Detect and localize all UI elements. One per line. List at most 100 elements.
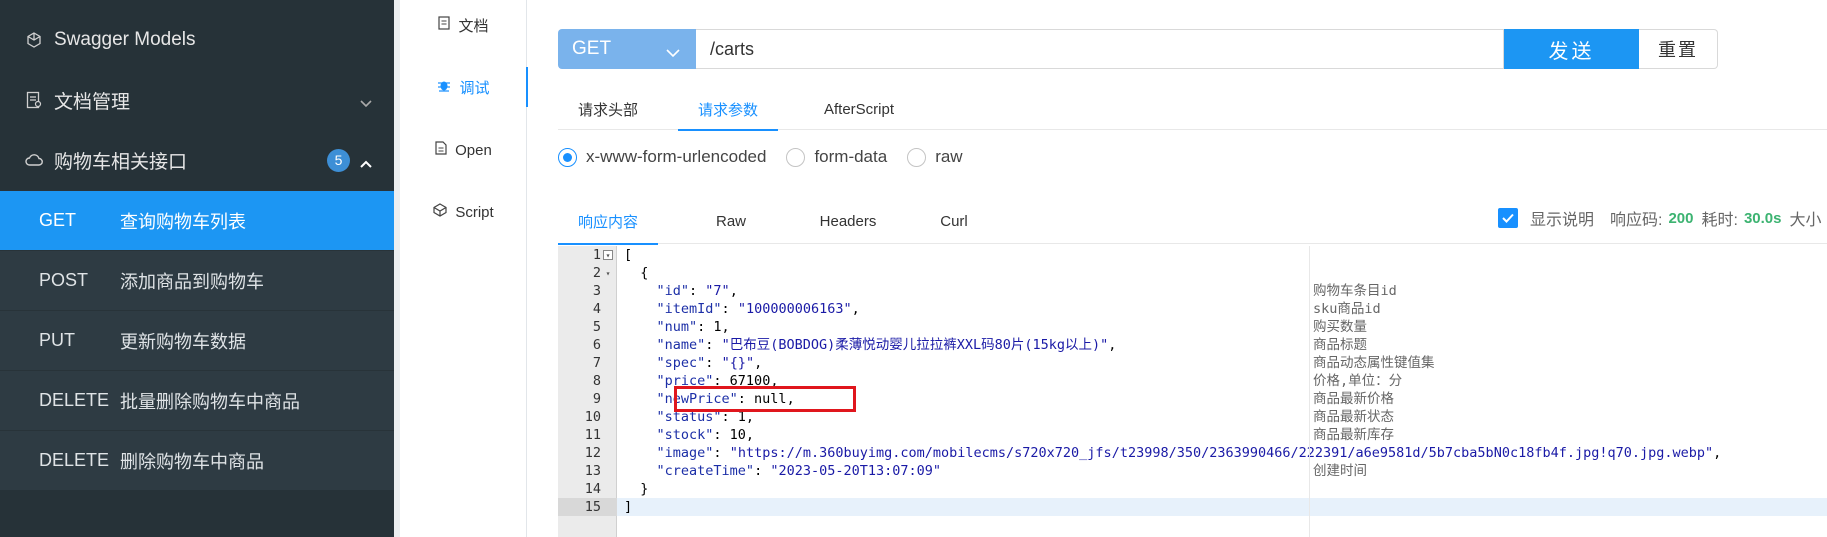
sidebar-item-docs-management[interactable]: 文档管理 <box>0 70 394 130</box>
response-editor[interactable]: 1 2 3 4 5 6 7 8 9 10 11 12 13 14 15 ▾ ▾ [ { "id": "7",… <box>558 246 1827 537</box>
document-icon <box>438 16 451 34</box>
radio-dot <box>558 147 577 167</box>
code-line: ] <box>624 499 633 515</box>
field-description: 商品最新价格 <box>1313 391 1394 407</box>
count-badge: 5 <box>327 149 350 172</box>
tab-request-params[interactable]: 请求参数 <box>678 88 778 131</box>
line-number: 9 <box>592 391 601 407</box>
api-label: 更新购物车数据 <box>120 331 246 352</box>
time-value: 30.0s <box>1743 209 1782 227</box>
radio-dot <box>907 147 927 167</box>
status-code-label: 响应码: <box>1610 212 1663 229</box>
status-code-value: 200 <box>1668 209 1694 227</box>
code-line: "spec": "{}", <box>656 355 763 371</box>
tab-response-content[interactable]: 响应内容 <box>558 198 658 245</box>
request-bar: GET /carts 发送 重置 <box>558 29 1748 69</box>
send-button[interactable]: 发送 <box>1504 29 1639 69</box>
line-number: 2 <box>592 265 601 281</box>
radio-urlencoded[interactable]: x-www-form-urlencoded <box>558 147 766 167</box>
method-value: GET <box>572 38 612 59</box>
nav-debug-label: 调试 <box>459 79 490 97</box>
url-input[interactable]: /carts <box>696 29 1504 69</box>
sidebar-api-delete-batch[interactable]: DELETE 批量删除购物车中商品 <box>0 370 394 430</box>
body-type-group: x-www-form-urlencoded form-data raw <box>558 145 983 169</box>
nav-doc-label: 文档 <box>458 17 489 35</box>
api-label: 查询购物车列表 <box>120 211 246 232</box>
radio-dot <box>786 147 806 167</box>
file-icon <box>435 141 447 159</box>
api-method: POST <box>39 270 89 290</box>
line-number: 8 <box>592 373 601 389</box>
sidebar-group-label: 购物车相关接口 <box>54 151 188 173</box>
line-number: 5 <box>592 319 601 335</box>
chevron-up-icon <box>360 152 372 174</box>
code-line: "name": "巴布豆(BOBDOG)柔薄悦动婴儿拉拉裤XXL码80片(15k… <box>656 337 1117 353</box>
main-panel: GET /carts 发送 重置 请求头部 请求参数 AfterScript x… <box>528 0 1827 537</box>
radio-label: form-data <box>814 147 888 166</box>
radio-label: raw <box>935 147 963 166</box>
tab-response-headers[interactable]: Headers <box>798 198 898 244</box>
field-description: 购买数量 <box>1313 319 1367 335</box>
cloud-icon <box>24 150 44 170</box>
reset-button[interactable]: 重置 <box>1639 29 1718 69</box>
radio-form-data[interactable]: form-data <box>786 147 887 167</box>
bug-icon <box>437 78 451 96</box>
api-method: DELETE <box>39 450 110 470</box>
field-description: 商品最新状态 <box>1313 409 1394 425</box>
size-label: 大小 <box>1789 212 1822 229</box>
sidebar-group-cart[interactable]: 购物车相关接口 5 <box>0 130 394 190</box>
chevron-down-icon <box>666 42 680 64</box>
nav-open-label: Open <box>455 141 492 159</box>
sidebar-item-swagger-models[interactable]: Swagger Models <box>0 10 394 70</box>
sidebar-api-put-cart[interactable]: PUT 更新购物车数据 <box>0 310 394 370</box>
nav-doc[interactable]: 文档 <box>400 5 527 45</box>
fold-arrow-icon[interactable]: ▾ <box>603 268 613 278</box>
time-label: 耗时: <box>1701 212 1738 229</box>
api-method: GET <box>39 210 77 230</box>
code-line: "id": "7", <box>656 283 738 299</box>
radio-label: x-www-form-urlencoded <box>586 147 767 166</box>
radio-raw[interactable]: raw <box>907 147 963 167</box>
line-number: 7 <box>592 355 601 371</box>
api-method: PUT <box>39 330 75 350</box>
method-select[interactable]: GET <box>558 29 696 69</box>
fold-toggle-icon[interactable]: ▾ <box>603 250 613 260</box>
description-column-divider <box>1309 246 1310 537</box>
line-number: 3 <box>592 283 601 299</box>
code-line: { <box>624 265 649 281</box>
cube-icon <box>24 30 44 50</box>
nav-debug[interactable]: 调试 <box>400 67 528 107</box>
field-description: 商品标题 <box>1313 337 1367 353</box>
code-line: "itemId": "100000006163", <box>656 301 860 317</box>
code-line: "num": 1, <box>656 319 730 335</box>
code-line: [ <box>624 247 633 263</box>
api-label: 批量删除购物车中商品 <box>120 391 300 412</box>
field-description: 价格,单位：分 <box>1313 373 1403 389</box>
code-icon <box>433 203 447 221</box>
code-line: "createTime": "2023-05-20T13:07:09" <box>656 463 942 479</box>
document-icon <box>24 90 44 110</box>
sidebar-item-label: Swagger Models <box>54 29 196 50</box>
line-number: 14 <box>584 481 601 497</box>
tab-after-script[interactable]: AfterScript <box>794 88 924 130</box>
line-number: 6 <box>592 337 601 353</box>
nav-script[interactable]: Script <box>400 192 527 232</box>
field-description: sku商品id <box>1313 301 1381 317</box>
nav-open[interactable]: Open <box>400 130 527 170</box>
code-line: "stock": 10, <box>656 427 755 443</box>
tab-request-headers[interactable]: 请求头部 <box>558 88 658 130</box>
line-number: 10 <box>584 409 601 425</box>
api-label: 删除购物车中商品 <box>120 451 264 472</box>
sidebar-api-post-cart[interactable]: POST 添加商品到购物车 <box>0 250 394 310</box>
line-number: 13 <box>584 463 601 479</box>
code-line: "image": "https://m.360buyimg.com/mobile… <box>656 445 1722 461</box>
line-number: 12 <box>584 445 601 461</box>
show-desc-checkbox[interactable] <box>1498 208 1518 228</box>
field-description: 创建时间 <box>1313 463 1367 479</box>
tab-response-curl[interactable]: Curl <box>924 198 984 244</box>
line-number: 15 <box>584 499 601 515</box>
tab-response-raw[interactable]: Raw <box>696 198 766 244</box>
sidebar-api-get-carts[interactable]: GET 查询购物车列表 <box>0 190 394 250</box>
sidebar-api-delete-item[interactable]: DELETE 删除购物车中商品 <box>0 430 394 490</box>
sidebar-item-label: 文档管理 <box>54 91 131 113</box>
